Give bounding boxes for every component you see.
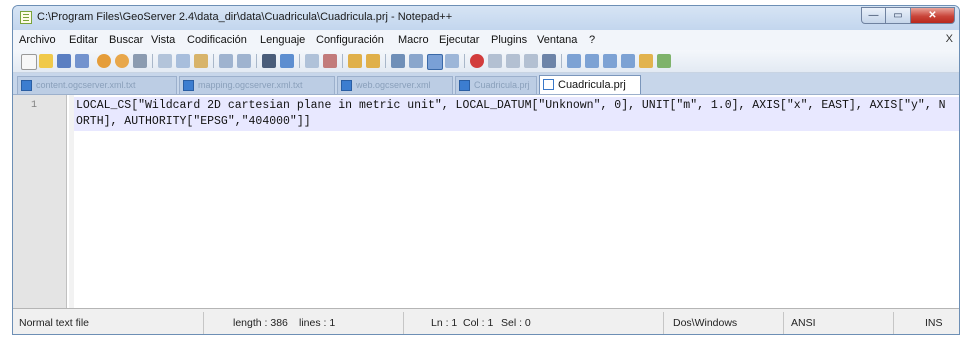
- status-separator: [893, 312, 894, 334]
- menu-editar[interactable]: Editar: [69, 34, 98, 46]
- close-icon[interactable]: [97, 54, 111, 68]
- toolbar-separator: [464, 54, 465, 68]
- indent-guide-icon[interactable]: [427, 54, 443, 70]
- menu-macro[interactable]: Macro: [398, 34, 429, 46]
- play-multiple-icon[interactable]: [524, 54, 538, 68]
- replace-icon[interactable]: [280, 54, 294, 68]
- sync-vertical-icon[interactable]: [348, 54, 362, 68]
- tab-bar: content.ogcserver.xml.txt mapping.ogcser…: [13, 73, 959, 94]
- undo-icon[interactable]: [219, 54, 233, 68]
- down-icon[interactable]: [603, 54, 617, 68]
- cut-icon[interactable]: [158, 54, 172, 68]
- line-number-gutter: 1: [13, 95, 67, 309]
- window-title: C:\Program Files\GeoServer 2.4\data_dir\…: [37, 11, 453, 23]
- menu-help[interactable]: ?: [589, 34, 595, 46]
- status-lines: lines : 1: [299, 317, 336, 329]
- find-icon[interactable]: [262, 54, 276, 68]
- play-macro-icon[interactable]: [506, 54, 520, 68]
- save-macro-icon[interactable]: [542, 54, 556, 68]
- new-file-icon[interactable]: [21, 54, 37, 70]
- window-controls: — ▭ ✕: [861, 7, 955, 24]
- title-bar[interactable]: C:\Program Files\GeoServer 2.4\data_dir\…: [13, 6, 959, 30]
- toolbar-separator: [561, 54, 562, 68]
- plugin-icon[interactable]: [657, 54, 671, 68]
- tab-label: Cuadricula.prj: [558, 79, 626, 91]
- status-separator: [783, 312, 784, 334]
- file-icon: [341, 80, 352, 91]
- menu-codificacion[interactable]: Codificación: [187, 34, 247, 46]
- status-eol: Dos\Windows: [673, 317, 738, 329]
- close-document-icon[interactable]: X: [946, 33, 953, 45]
- status-separator: [663, 312, 664, 334]
- menu-configuracion[interactable]: Configuración: [316, 34, 384, 46]
- menu-buscar[interactable]: Buscar: [109, 34, 143, 46]
- paste-icon[interactable]: [194, 54, 208, 68]
- copy-icon[interactable]: [176, 54, 190, 68]
- status-length: length : 386: [233, 317, 288, 329]
- file-icon: [21, 80, 32, 91]
- bookmark-icon[interactable]: [567, 54, 581, 68]
- close-all-icon[interactable]: [115, 54, 129, 68]
- stop-record-icon[interactable]: [488, 54, 502, 68]
- status-ln: Ln : 1: [431, 317, 458, 329]
- file-icon: [543, 79, 554, 90]
- menu-bar: Archivo Editar Buscar Vista Codificación…: [13, 30, 959, 50]
- user-language-icon[interactable]: [445, 54, 459, 68]
- toolbar-separator: [152, 54, 153, 68]
- status-file-type: Normal text file: [19, 317, 90, 329]
- up-icon[interactable]: [585, 54, 599, 68]
- tab-label: mapping.ogcserver.xml.txt: [198, 80, 303, 90]
- toolbar-separator: [342, 54, 343, 68]
- save-all-icon[interactable]: [75, 54, 89, 68]
- zoom-in-icon[interactable]: [305, 54, 319, 68]
- tab-content-ogcserver[interactable]: content.ogcserver.xml.txt: [17, 76, 177, 94]
- minimize-button[interactable]: —: [861, 7, 886, 24]
- toolbar-separator: [213, 54, 214, 68]
- editor-content[interactable]: LOCAL_CS["Wildcard 2D cartesian plane in…: [76, 98, 946, 130]
- status-insert-mode: INS: [925, 317, 943, 329]
- tab-web-ogcserver[interactable]: web.ogcserver.xml: [337, 76, 453, 94]
- file-icon: [183, 80, 194, 91]
- menu-ejecutar[interactable]: Ejecutar: [439, 34, 479, 46]
- record-macro-icon[interactable]: [470, 54, 484, 68]
- show-all-chars-icon[interactable]: [409, 54, 423, 68]
- menu-ventana[interactable]: Ventana: [537, 34, 577, 46]
- word-wrap-icon[interactable]: [391, 54, 405, 68]
- status-separator: [403, 312, 404, 334]
- line-number: 1: [31, 100, 38, 111]
- redo-icon[interactable]: [237, 54, 251, 68]
- toolbar-separator: [256, 54, 257, 68]
- tab-label: web.ogcserver.xml: [356, 80, 431, 90]
- toolbar: [13, 50, 959, 73]
- toolbar-separator: [385, 54, 386, 68]
- close-button[interactable]: ✕: [911, 7, 955, 24]
- notepadpp-app-icon[interactable]: [20, 11, 32, 24]
- save-icon[interactable]: [57, 54, 71, 68]
- menu-archivo[interactable]: Archivo: [19, 34, 56, 46]
- tab-label: content.ogcserver.xml.txt: [36, 80, 136, 90]
- status-sel: Sel : 0: [501, 317, 531, 329]
- menu-lenguaje[interactable]: Lenguaje: [260, 34, 305, 46]
- sync-horizontal-icon[interactable]: [366, 54, 380, 68]
- status-col: Col : 1: [463, 317, 494, 329]
- tab-mapping-ogcserver[interactable]: mapping.ogcserver.xml.txt: [179, 76, 335, 94]
- open-file-icon[interactable]: [39, 54, 53, 68]
- menu-plugins[interactable]: Plugins: [491, 34, 527, 46]
- toolbar-separator: [299, 54, 300, 68]
- status-separator: [203, 312, 204, 334]
- tab-label: Cuadricula.prj: [474, 80, 530, 90]
- zoom-out-icon[interactable]: [323, 54, 337, 68]
- collapse-icon[interactable]: [621, 54, 635, 68]
- maximize-button[interactable]: ▭: [886, 7, 911, 24]
- file-icon: [459, 80, 470, 91]
- spell-check-icon[interactable]: [639, 54, 653, 68]
- text-editor[interactable]: 1 LOCAL_CS["Wildcard 2D cartesian plane …: [13, 94, 959, 309]
- tab-cuadricula-prj-active[interactable]: Cuadricula.prj: [539, 75, 641, 94]
- status-encoding: ANSI: [791, 317, 816, 329]
- notepadpp-window: C:\Program Files\GeoServer 2.4\data_dir\…: [12, 5, 960, 335]
- print-icon[interactable]: [133, 54, 147, 68]
- menu-vista[interactable]: Vista: [151, 34, 175, 46]
- status-bar: Normal text file length : 386 lines : 1 …: [13, 308, 959, 334]
- tab-cuadricula-prj-1[interactable]: Cuadricula.prj: [455, 76, 537, 94]
